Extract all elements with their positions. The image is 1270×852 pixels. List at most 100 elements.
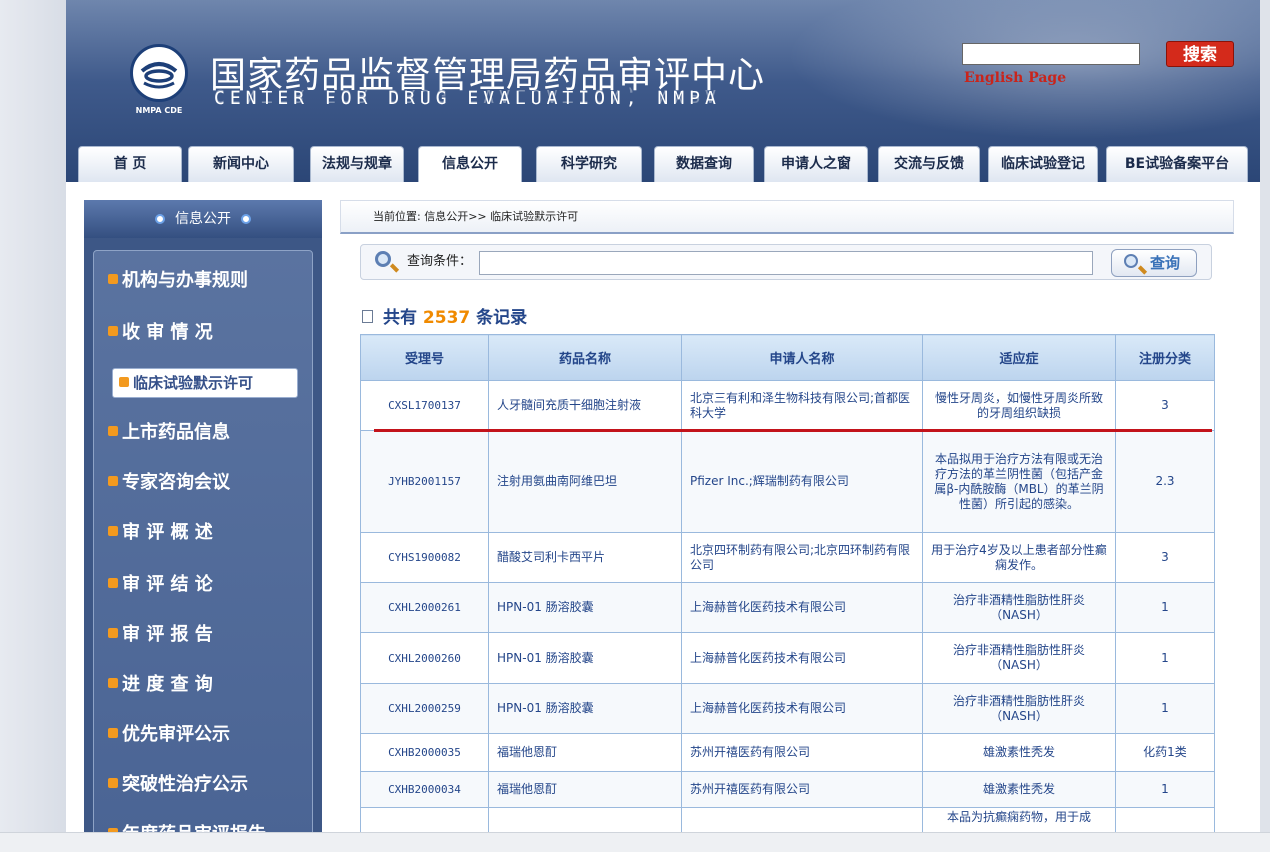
applicant-name: 上海赫普化医药技术有限公司 <box>681 582 923 633</box>
sidebar-item-clinical-trial-approval[interactable]: 临床试验默示许可 <box>112 368 298 398</box>
acceptance-number[interactable]: CXHB2000035 <box>360 733 489 772</box>
acceptance-number[interactable]: JYHB2001157 <box>360 430 489 533</box>
sidebar-item-expert-meetings[interactable]: 专家咨询会议 <box>102 465 306 501</box>
nav-tab-feedback[interactable]: 交流与反馈 <box>878 146 980 182</box>
column-header[interactable]: 受理号 <box>360 334 489 381</box>
table-row[interactable]: JYHB2001157 注射用氨曲南阿维巴坦 Pfizer Inc.;辉瑞制药有… <box>360 430 1215 533</box>
indication: 慢性牙周炎，如慢性牙周炎所致的牙周组织缺损 <box>922 380 1116 431</box>
drug-name[interactable]: HPN-01 肠溶胶囊 <box>488 683 682 734</box>
drug-name[interactable]: 人牙髓间充质干细胞注射液 <box>488 380 682 431</box>
applicant-name: 上海赫普化医药技术有限公司 <box>681 632 923 684</box>
applicant-name: 北京四环制药有限公司;北京四环制药有限公司 <box>681 532 923 583</box>
indication: 本品拟用于治疗方法有限或无治疗方法的革兰阴性菌（包括产金属β-内酰胺酶（MBL）… <box>922 430 1116 533</box>
nav-tab-research[interactable]: 科学研究 <box>536 146 642 182</box>
english-page-link[interactable]: English Page <box>964 70 1066 86</box>
acceptance-number[interactable]: CXHB2000034 <box>360 771 489 808</box>
table-row[interactable]: CYHS1900082 醋酸艾司利卡西平片 北京四环制药有限公司;北京四环制药有… <box>360 532 1215 583</box>
sidebar: 信息公开 机构与办事规则 收 审 情 况 临床试验默示许可 上市药品信息 专家咨… <box>84 200 322 832</box>
acceptance-number[interactable]: CXHL2000261 <box>360 582 489 633</box>
nav-tab-regulations[interactable]: 法规与规章 <box>310 146 404 182</box>
indication: 雄激素性秃发 <box>922 771 1116 808</box>
acceptance-number[interactable]: CYHS1900082 <box>360 532 489 583</box>
nav-tab-applicant[interactable]: 申请人之窗 <box>764 146 868 182</box>
site-header: NMPA CDE 国家药品监督管理局药品审评中心 CENTER FOR DRUG… <box>66 0 1260 182</box>
sidebar-item-review-report[interactable]: 审 评 报 告 <box>102 617 306 653</box>
drug-name[interactable]: 注射用氨曲南阿维巴坦 <box>488 430 682 533</box>
approval-table: 受理号 药品名称 申请人名称 适应症 注册分类 CXSL1700137 人牙髓间… <box>360 334 1215 832</box>
rss-bullet-icon <box>108 828 118 832</box>
sidebar-menu: 机构与办事规则 收 审 情 况 临床试验默示许可 上市药品信息 专家咨询会议 审… <box>93 250 313 832</box>
table-row[interactable]: CXSL1700137 人牙髓间充质干细胞注射液 北京三有利和泽生物科技有限公司… <box>360 380 1215 431</box>
nav-tab-be-platform[interactable]: BE试验备案平台 <box>1106 146 1248 182</box>
acceptance-number[interactable]: CXHL2000260 <box>360 632 489 684</box>
rss-bullet-icon <box>108 274 118 284</box>
page-container: NMPA CDE 国家药品监督管理局药品审评中心 CENTER FOR DRUG… <box>66 0 1260 832</box>
nav-tab-news[interactable]: 新闻中心 <box>188 146 294 182</box>
rss-bullet-icon <box>108 476 118 486</box>
site-subtitle-reflection: CENTER FOR DRUG EVALUATION, NMPA <box>214 85 721 106</box>
registration-class: 2.3 <box>1115 430 1215 533</box>
search-magnifier-icon <box>375 251 391 267</box>
registration-class: 1 <box>1115 582 1215 633</box>
table-row[interactable]: CXHL2000260 HPN-01 肠溶胶囊 上海赫普化医药技术有限公司 治疗… <box>360 632 1215 684</box>
sidebar-item-institutions[interactable]: 机构与办事规则 <box>102 263 306 299</box>
main-nav: 首 页 新闻中心 法规与规章 信息公开 科学研究 数据查询 申请人之窗 交流与反… <box>66 140 1260 182</box>
record-count: 共有 2537 条记录 <box>362 303 527 328</box>
applicant-name: 苏州开禧医药有限公司 <box>681 733 923 772</box>
sidebar-item-review-conclusion[interactable]: 审 评 结 论 <box>102 567 306 603</box>
site-search-button[interactable]: 搜索 <box>1166 41 1234 67</box>
sidebar-item-priority-review[interactable]: 优先审评公示 <box>102 717 306 753</box>
column-header[interactable]: 适应症 <box>922 334 1116 381</box>
registration-class: 1 <box>1115 632 1215 684</box>
rss-bullet-icon <box>108 628 118 638</box>
nav-tab-information[interactable]: 信息公开 <box>418 146 522 182</box>
sidebar-item-breakthrough-therapy[interactable]: 突破性治疗公示 <box>102 767 306 803</box>
table-row[interactable]: 本品为抗癫痫药物，用于成 <box>360 807 1215 832</box>
sidebar-item-progress-query[interactable]: 进 度 查 询 <box>102 667 306 703</box>
window-bottom-strip <box>0 832 1270 852</box>
sidebar-title: 信息公开 <box>175 211 231 227</box>
registration-class: 1 <box>1115 683 1215 734</box>
drug-name[interactable]: 福瑞他恩酊 <box>488 733 682 772</box>
query-panel: 查询条件： 查询 <box>360 244 1212 280</box>
query-input[interactable] <box>479 251 1093 275</box>
column-header[interactable]: 申请人名称 <box>681 334 923 381</box>
nav-tab-trial-registration[interactable]: 临床试验登记 <box>988 146 1098 182</box>
column-header[interactable]: 注册分类 <box>1115 334 1215 381</box>
rss-bullet-icon <box>108 778 118 788</box>
registration-class <box>1115 807 1215 832</box>
acceptance-number[interactable]: CXHL2000259 <box>360 683 489 734</box>
nav-tab-home[interactable]: 首 页 <box>78 146 182 182</box>
bullet-dot-icon <box>155 214 165 224</box>
table-row[interactable]: CXHL2000259 HPN-01 肠溶胶囊 上海赫普化医药技术有限公司 治疗… <box>360 683 1215 734</box>
acceptance-number[interactable] <box>360 807 489 832</box>
drug-name[interactable]: HPN-01 肠溶胶囊 <box>488 582 682 633</box>
drug-name[interactable]: 醋酸艾司利卡西平片 <box>488 532 682 583</box>
drug-name[interactable] <box>488 807 682 832</box>
site-logo[interactable]: NMPA CDE <box>126 44 192 120</box>
sidebar-item-annual-report[interactable]: 年度药品审评报告 <box>102 817 306 832</box>
sidebar-item-marketed-drugs[interactable]: 上市药品信息 <box>102 415 306 451</box>
logo-emblem-icon <box>130 44 188 102</box>
rss-bullet-icon <box>108 678 118 688</box>
logo-text: NMPA CDE <box>135 106 183 115</box>
rss-bullet-icon <box>119 376 129 387</box>
acceptance-number[interactable]: CXSL1700137 <box>360 380 489 431</box>
nav-tab-data-query[interactable]: 数据查询 <box>654 146 754 182</box>
rss-bullet-icon <box>108 578 118 588</box>
drug-name[interactable]: 福瑞他恩酊 <box>488 771 682 808</box>
sidebar-item-review-overview[interactable]: 审 评 概 述 <box>102 515 306 551</box>
site-search-input[interactable] <box>962 43 1140 65</box>
main-content: 当前位置: 信息公开>> 临床试验默示许可 查询条件： 查询 共有 2537 条… <box>340 200 1240 832</box>
applicant-name: Pfizer Inc.;辉瑞制药有限公司 <box>681 430 923 533</box>
bullet-dot-icon <box>241 214 251 224</box>
sidebar-item-acceptance[interactable]: 收 审 情 况 <box>102 315 306 351</box>
table-row[interactable]: CXHL2000261 HPN-01 肠溶胶囊 上海赫普化医药技术有限公司 治疗… <box>360 582 1215 633</box>
table-row[interactable]: CXHB2000035 福瑞他恩酊 苏州开禧医药有限公司 雄激素性秃发 化药1类 <box>360 733 1215 772</box>
column-header[interactable]: 药品名称 <box>488 334 682 381</box>
drug-name[interactable]: HPN-01 肠溶胶囊 <box>488 632 682 684</box>
query-button[interactable]: 查询 <box>1111 249 1197 277</box>
rss-bullet-icon <box>108 326 118 336</box>
table-row[interactable]: CXHB2000034 福瑞他恩酊 苏州开禧医药有限公司 雄激素性秃发 1 <box>360 771 1215 808</box>
applicant-name: 北京三有利和泽生物科技有限公司;首都医科大学 <box>681 380 923 431</box>
